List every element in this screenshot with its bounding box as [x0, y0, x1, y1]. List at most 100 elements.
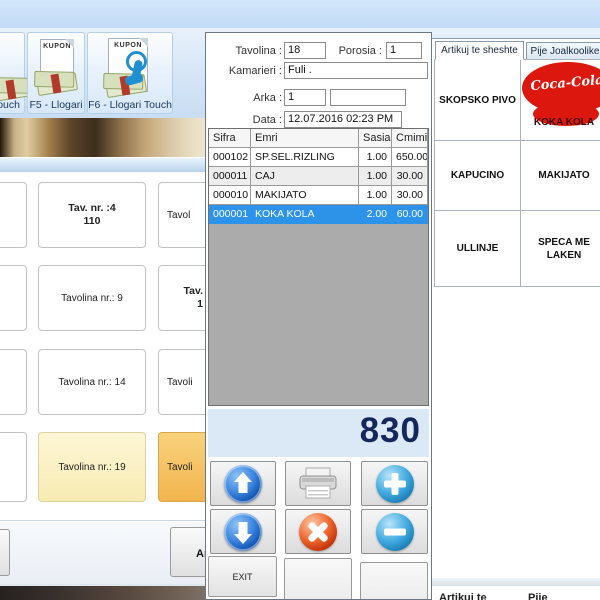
move-down-button[interactable]	[210, 509, 276, 554]
cell-emri: SP.SEL.RIZLING	[251, 148, 359, 167]
cell-sasia: 1.00	[359, 186, 392, 205]
plus-icon	[376, 465, 414, 503]
product-label: SPECA ME	[538, 236, 590, 249]
table-button-partial[interactable]	[0, 349, 27, 415]
money-stack-icon	[36, 72, 78, 96]
product-button-ullinje[interactable]: ULLINJE	[434, 210, 521, 287]
column-header-emri: Emri	[251, 129, 359, 148]
tavolina-field[interactable]: 18	[284, 42, 326, 59]
cell-sifra: 000011	[209, 167, 251, 186]
arka-label: Arka :	[210, 92, 282, 104]
cell-cmimi: 30.00	[392, 186, 428, 205]
toolbar-button-label: F6 - Llogari Touch	[88, 99, 172, 111]
add-item-button[interactable]	[361, 461, 428, 506]
product-label: KAPUCINO	[451, 169, 504, 182]
order-dialog: Tavolina : 18 Porosia : 1 Kamarieri : Fu…	[205, 32, 432, 600]
table-row[interactable]: 000102 SP.SEL.RIZLING 1.00 650.00	[209, 148, 428, 167]
product-button-makijato[interactable]: MAKIJATO	[520, 140, 600, 211]
cut-off-tab-label[interactable]: Pije	[528, 592, 548, 600]
table-button-tav19[interactable]: Tavolina nr.: 19	[38, 432, 146, 502]
table-button-label: Tavoli	[167, 461, 193, 474]
table-button-partial[interactable]	[0, 182, 27, 248]
product-label: ULLINJE	[457, 242, 499, 255]
cut-off-tab-label[interactable]: Artikuj te	[439, 592, 487, 600]
product-button-skopsko-pivo[interactable]: SKOPSKO PIVO	[434, 59, 521, 141]
table-button-label: Tavol	[167, 209, 190, 222]
table-button-label: 1	[197, 298, 203, 311]
move-up-button[interactable]	[210, 461, 276, 506]
toolbar-button-partial-touch[interactable]: Touch	[0, 32, 25, 114]
table-button-cut[interactable]: Tav. 1	[158, 265, 207, 331]
arka-secondary-field[interactable]	[330, 89, 406, 106]
printer-icon	[297, 466, 339, 502]
product-label: MAKIJATO	[538, 169, 589, 182]
toolbar-button-label: F5 - Llogari	[28, 99, 84, 111]
cell-sifra: 000001	[209, 205, 251, 224]
f9-incizo-button[interactable]: F9 - Incizo	[360, 562, 428, 600]
kamarieri-label: Kamarieri :	[210, 65, 282, 77]
table-button-label: Tav.	[184, 285, 203, 298]
table-header-row: Sifra Emri Sasia Cmimi	[209, 129, 428, 148]
f11-storno-button[interactable]: F11 - Storno	[284, 558, 352, 600]
divider-strip	[0, 157, 207, 172]
column-header-sifra: Sifra	[209, 129, 251, 148]
table-button-label: Tav. nr. :4	[68, 202, 115, 215]
table-button-label: Tavolina nr.: 19	[58, 461, 125, 474]
table-button-partial[interactable]	[0, 432, 27, 502]
table-row[interactable]: 000011 CAJ 1.00 30.00	[209, 167, 428, 186]
cell-sasia: 2.00	[359, 205, 392, 224]
table-button-tav14[interactable]: Tavolina nr.: 14	[38, 349, 146, 415]
product-label: KOKA KOLA	[521, 116, 600, 129]
print-button[interactable]	[285, 461, 351, 506]
products-panel: Artikuj te sheshte Pije Joalkoolike SKOP…	[431, 38, 600, 578]
cell-cmimi: 30.00	[392, 167, 428, 186]
tables-grid: Tav. nr. :4 110 Tavol Tavolina nr.: 9 Ta…	[0, 172, 207, 520]
product-button-kapucino[interactable]: KAPUCINO	[434, 140, 521, 211]
product-button-speca-me-laken[interactable]: SPECA ME LAKEN	[520, 210, 600, 287]
toolbar-button-f5-llogari[interactable]: KUPON F5 - Llogari	[27, 32, 85, 114]
cut-off-tab-row: Artikuj te Pije	[431, 586, 600, 600]
bottom-bar-button-ar[interactable]: Ar	[170, 527, 207, 577]
table-button-label: 110	[84, 215, 101, 228]
table-row[interactable]: 000010 MAKIJATO 1.00 30.00	[209, 186, 428, 205]
order-items-table: Sifra Emri Sasia Cmimi 000102 SP.SEL.RIZ…	[208, 128, 429, 406]
table-button-partial[interactable]	[0, 265, 27, 331]
column-header-cmimi: Cmimi	[392, 129, 428, 148]
header-wood-banner	[0, 118, 207, 157]
table-button-label: Tavolina nr.: 14	[58, 376, 125, 389]
product-button-koka-kola[interactable]: Coca-Cola KOKA KOLA	[520, 59, 600, 141]
window-title-band	[0, 0, 600, 29]
toolbar-button-f6-llogari-touch[interactable]: KUPON F6 - Llogari Touch	[87, 32, 173, 114]
tab-artikuj-te-sheshte[interactable]: Artikuj te sheshte	[435, 41, 524, 60]
bottom-bar-button-partial[interactable]	[0, 529, 10, 576]
product-label: LAKEN	[547, 249, 581, 262]
table-button-tav9[interactable]: Tavolina nr.: 9	[38, 265, 146, 331]
delete-x-icon	[299, 513, 337, 551]
exit-button[interactable]: EXIT	[208, 556, 277, 597]
footer-dark-banner	[0, 584, 207, 600]
touch-hand-icon	[126, 51, 150, 87]
tab-pije-joalkoolike[interactable]: Pije Joalkoolike	[526, 42, 600, 60]
table-button-tav4[interactable]: Tav. nr. :4 110	[38, 182, 146, 248]
pos-app: Touch KUPON F5 - Llogari KUPON F6 - Llog…	[0, 0, 600, 600]
table-button-cut[interactable]: Tavoli	[158, 432, 207, 502]
kamarieri-field[interactable]: Fuli .	[284, 62, 428, 79]
arka-field[interactable]: 1	[284, 89, 326, 106]
cell-sasia: 1.00	[359, 167, 392, 186]
column-header-sasia: Sasia	[359, 129, 392, 148]
panel-bottom-edge	[431, 578, 600, 586]
toolbar-button-label: Touch	[0, 99, 24, 111]
table-button-cut[interactable]: Tavoli	[158, 349, 207, 415]
remove-item-button[interactable]	[361, 509, 428, 554]
data-field[interactable]: 12.07.2016 02:23 PM	[284, 111, 402, 128]
table-button-label: Tavoli	[167, 376, 193, 389]
table-row-selected[interactable]: 000001 KOKA KOLA 2.00 60.00	[209, 205, 428, 224]
porosia-field[interactable]: 1	[386, 42, 422, 59]
table-button-cut[interactable]: Tavol	[158, 182, 207, 248]
total-amount: 830	[360, 411, 421, 451]
porosia-label: Porosia :	[326, 45, 382, 57]
bottom-action-bar: Ar	[0, 520, 207, 585]
product-label: SKOPSKO PIVO	[439, 94, 516, 107]
arrow-down-icon	[224, 513, 262, 551]
delete-item-button[interactable]	[285, 509, 351, 554]
